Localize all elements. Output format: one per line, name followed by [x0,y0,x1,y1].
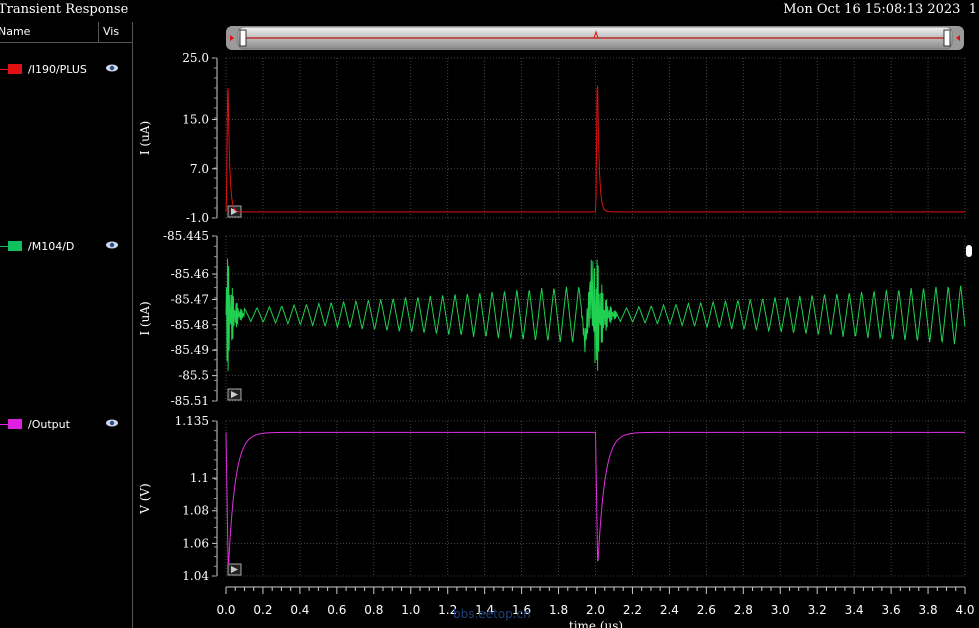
x-tick-label: 4.0 [955,603,974,617]
y-tick-label: -85.48 [171,318,209,332]
y-tick-label: 25.0 [182,51,209,65]
y-tick-label: 1.1 [190,471,209,485]
x-tick-label: 0.8 [364,603,383,617]
x-axis-label: time (us) [569,619,623,628]
y-tick-label: 1.04 [182,569,209,583]
x-tick-label: 0.4 [290,603,309,617]
y-axis-label: V (V) [138,483,152,515]
y-tick-label: -85.51 [171,394,209,408]
x-tick-label: 0.2 [253,603,272,617]
y-tick-label: 7.0 [190,162,209,176]
x-tick-label: 3.0 [771,603,790,617]
y-axis-label: I (uA) [138,121,152,155]
x-tick-label: 1.8 [549,603,568,617]
x-tick-label: 2.2 [623,603,642,617]
y-tick-label: -85.46 [171,267,209,281]
y-tick-label: -85.5 [178,369,209,383]
y-axis-label: I (uA) [138,301,152,335]
x-tick-label: 3.2 [808,603,827,617]
y-tick-label: -85.49 [171,343,209,357]
y-tick-label: -85.47 [171,292,209,306]
y-tick-label: -85.445 [163,229,209,243]
x-tick-label: 2.4 [660,603,679,617]
x-tick-label: 3.4 [845,603,864,617]
x-tick-label: 3.8 [919,603,938,617]
y-tick-label: 1.06 [182,536,209,550]
resize-handle [966,245,972,257]
waveform-chart: 25.0 15.0 7.0 -1.0 I (uA) -85.445 -85.46 -85.47… [138,51,975,628]
x-tick-label: 0.0 [216,603,235,617]
x-tick-label: 2.0 [586,603,605,617]
y-tick-label: 15.0 [182,113,209,127]
watermark: bbs.eetop.cn [453,607,531,621]
x-tick-label: 2.6 [697,603,716,617]
x-tick-label: 1.0 [401,603,420,617]
y-tick-label: 1.135 [175,414,209,428]
x-tick-label: 2.8 [734,603,753,617]
x-tick-label: 0.6 [327,603,346,617]
y-tick-label: -1.0 [186,211,209,225]
x-tick-label: 3.6 [882,603,901,617]
y-tick-label: 1.08 [182,504,209,518]
